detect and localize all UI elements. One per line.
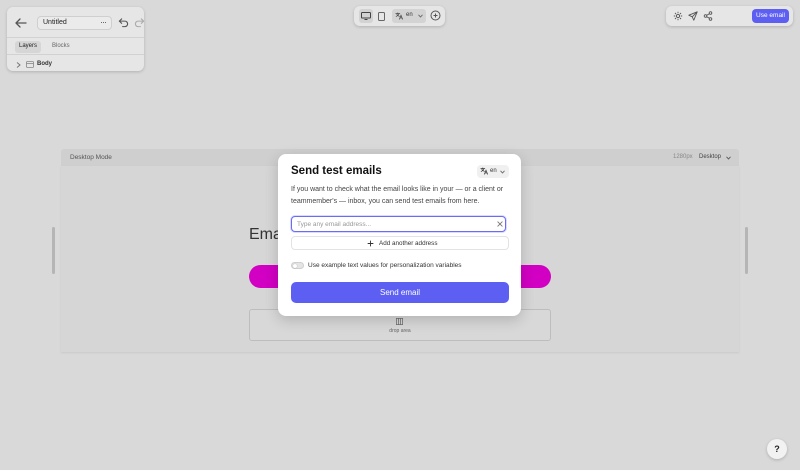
back-arrow-icon[interactable] [14,17,28,29]
add-address-label: Add another address [379,240,438,247]
personalization-toggle-label: Use example text values for personalizat… [308,262,462,269]
comment-icon[interactable] [430,10,441,21]
close-icon[interactable] [497,221,503,227]
toggle-knob [293,264,297,268]
tab-layers[interactable]: Layers [15,41,42,53]
help-button[interactable]: ? [767,439,787,459]
add-address-button[interactable]: Add another address [291,236,509,250]
frame-icon [26,61,34,68]
send-icon[interactable] [688,11,698,21]
modal-description: If you want to check what the email look… [291,186,504,205]
language-value: en [406,12,413,18]
actions-toolbar: Use email [666,6,793,26]
send-email-button[interactable]: Send email [291,282,509,303]
canvas-mode-label: Desktop Mode [70,154,112,161]
mobile-view-icon[interactable] [376,9,388,23]
device-select[interactable]: Desktop [699,154,721,160]
more-options-icon[interactable]: ··· [100,17,107,27]
chevron-down-icon [500,170,505,174]
modal-language-select[interactable]: en [477,165,509,178]
plus-icon [367,240,374,247]
gear-icon[interactable] [673,11,683,21]
modal-title: Send test emails [291,165,382,177]
language-select[interactable]: en [392,9,426,23]
redo-icon[interactable] [134,17,145,28]
drop-area-label: drop area [389,328,411,334]
personalization-toggle[interactable] [291,262,304,269]
chevron-down-icon [418,14,423,18]
resize-handle-left[interactable] [52,227,55,274]
chevron-down-icon[interactable] [726,156,731,160]
translate-icon [480,167,488,175]
layer-item-body[interactable]: Body [7,60,144,70]
preview-toolbar: en [354,6,445,26]
undo-icon[interactable] [118,17,129,28]
document-title: Untitled [43,19,67,26]
layer-item-label: Body [37,61,52,67]
layers-panel: Untitled ··· Layers Blocks Body [7,7,145,71]
desktop-view-icon[interactable] [359,9,373,23]
columns-icon [396,318,403,325]
canvas-width-label: 1280px [673,154,693,160]
translate-icon [395,12,403,20]
resize-handle-right[interactable] [745,227,748,274]
send-test-email-modal: Send test emails en If you want to check… [278,154,521,316]
chevron-right-icon[interactable] [16,62,21,68]
document-title-field[interactable]: Untitled ··· [37,16,112,30]
panel-tabs: Layers Blocks [7,37,144,55]
tab-blocks[interactable]: Blocks [48,41,74,53]
share-icon[interactable] [703,11,713,21]
canvas-heading[interactable]: Ema [249,226,282,244]
email-input[interactable] [291,216,506,232]
use-email-button[interactable]: Use email [752,9,789,23]
modal-language-value: en [490,168,497,174]
